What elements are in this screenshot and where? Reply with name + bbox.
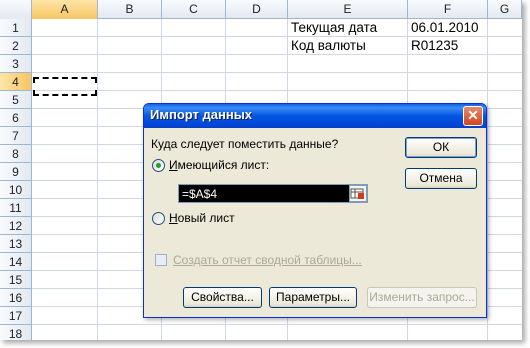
column-header-b[interactable]: B	[98, 0, 162, 19]
range-picker-button[interactable]	[349, 185, 367, 202]
reference-input[interactable]: =$A$4	[178, 184, 368, 203]
ok-button[interactable]: ОК	[405, 137, 477, 158]
range-picker-icon	[350, 188, 364, 199]
column-header-a[interactable]: A	[32, 0, 98, 19]
row-header[interactable]: 13	[0, 235, 32, 253]
cell-e2[interactable]: Код валюты	[288, 37, 366, 55]
row-header[interactable]: 14	[0, 253, 32, 271]
destination-question: Куда следует поместить данные?	[151, 137, 339, 151]
existing-sheet-radio[interactable]	[152, 159, 165, 172]
row-header[interactable]: 8	[0, 145, 32, 163]
properties-button[interactable]: Свойства...	[183, 287, 262, 308]
row-header[interactable]: 2	[0, 37, 32, 55]
row-header[interactable]: 16	[0, 289, 32, 307]
cell-e1[interactable]: Текущая дата	[288, 19, 377, 37]
edit-query-button: Изменить запрос...	[367, 287, 477, 308]
pivot-table-icon	[155, 254, 167, 266]
row-header[interactable]: 18	[0, 325, 32, 340]
row-header[interactable]: 5	[0, 91, 32, 109]
column-header-g[interactable]: G	[488, 0, 522, 19]
select-all-corner[interactable]	[0, 0, 32, 19]
selected-cell-a4[interactable]	[33, 77, 97, 96]
close-icon[interactable]: ✕	[463, 106, 483, 126]
row-header[interactable]: 12	[0, 217, 32, 235]
new-sheet-label[interactable]: Новый лист	[169, 211, 235, 225]
column-header-e[interactable]: E	[288, 0, 408, 19]
row-header[interactable]: 15	[0, 271, 32, 289]
new-sheet-radio[interactable]	[152, 212, 165, 225]
column-header-d[interactable]: D	[226, 0, 288, 19]
dialog-title-bar[interactable]: Импорт данных ✕	[144, 104, 486, 128]
row-header[interactable]: 10	[0, 181, 32, 199]
dialog-body: Куда следует поместить данные? Имеющийся…	[147, 128, 483, 314]
row-header[interactable]: 17	[0, 307, 32, 325]
parameters-button[interactable]: Параметры...	[269, 287, 357, 308]
pivot-report-link: Создать отчет сводной таблицы...	[173, 253, 362, 267]
row-header[interactable]: 1	[0, 19, 32, 37]
row-header[interactable]: 7	[0, 127, 32, 145]
column-header-row: A B C D E F G	[0, 0, 522, 19]
row-header[interactable]: 9	[0, 163, 32, 181]
import-data-dialog: Импорт данных ✕ Куда следует поместить д…	[143, 103, 487, 318]
row-header[interactable]: 11	[0, 199, 32, 217]
cell-f2[interactable]: R01235	[408, 37, 458, 55]
column-header-f[interactable]: F	[408, 0, 488, 19]
row-header[interactable]: 4	[0, 73, 32, 91]
row-header[interactable]: 6	[0, 109, 32, 127]
dialog-title: Импорт данных	[150, 107, 253, 122]
cancel-button[interactable]: Отмена	[405, 168, 477, 189]
existing-sheet-label[interactable]: Имеющийся лист:	[169, 158, 269, 172]
row-header[interactable]: 3	[0, 55, 32, 73]
cell-f1[interactable]: 06.01.2010	[408, 19, 479, 37]
column-header-c[interactable]: C	[162, 0, 226, 19]
